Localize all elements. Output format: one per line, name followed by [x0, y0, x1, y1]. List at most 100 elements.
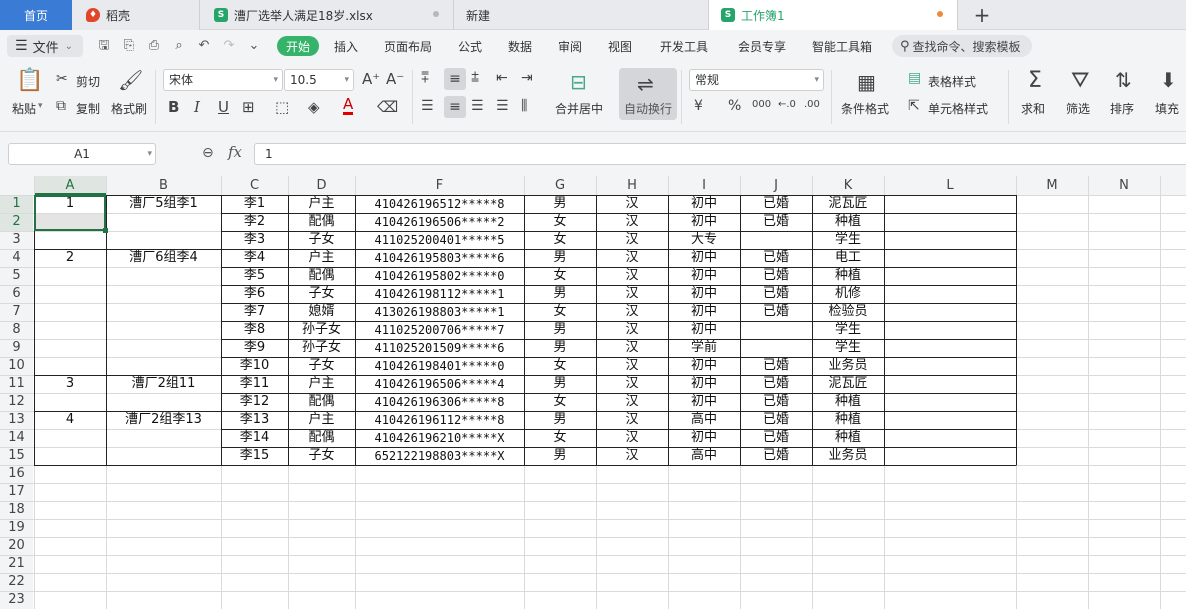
- cell-c6[interactable]: 李6: [221, 285, 288, 303]
- cell-j12[interactable]: 已婚: [740, 393, 812, 411]
- cell-i5[interactable]: 初中: [668, 267, 740, 285]
- redo-icon[interactable]: ↷: [221, 38, 237, 54]
- tab-daoke[interactable]: ♦ 稻壳: [72, 0, 200, 30]
- cell-f14[interactable]: 410426196210*****X: [355, 429, 524, 447]
- cell-g1[interactable]: 男: [524, 195, 596, 213]
- cell-d3[interactable]: 子女: [288, 231, 355, 249]
- cell-i2[interactable]: 初中: [668, 213, 740, 231]
- tab-home[interactable]: 首页: [0, 0, 72, 30]
- cell-i4[interactable]: 初中: [668, 249, 740, 267]
- cell-g5[interactable]: 女: [524, 267, 596, 285]
- cell-i3[interactable]: 大专: [668, 231, 740, 249]
- justify-icon[interactable]: ☰: [496, 98, 509, 114]
- cell-j10[interactable]: 已婚: [740, 357, 812, 375]
- formula-input[interactable]: 1: [254, 143, 1186, 165]
- row-header-5[interactable]: 5: [0, 267, 33, 285]
- spreadsheet-grid[interactable]: ABCDFGHIJKLMN 1 2 3 4 5 6 7 8 9 10 11 12 13 14 15 16 17 1…: [0, 176, 1186, 609]
- cell-g8[interactable]: 男: [524, 321, 596, 339]
- cell-f8[interactable]: 411025200706*****7: [355, 321, 524, 339]
- fill-icon[interactable]: ⬇: [1160, 68, 1177, 92]
- row-header-17[interactable]: 17: [0, 483, 33, 501]
- paste-button[interactable]: 粘贴: [12, 100, 36, 117]
- cell-g10[interactable]: 女: [524, 357, 596, 375]
- decrease-indent-icon[interactable]: ⇤: [496, 70, 508, 86]
- ribbon-tab-formulas[interactable]: 公式: [458, 38, 482, 55]
- cell-i7[interactable]: 初中: [668, 303, 740, 321]
- cell-j11[interactable]: 已婚: [740, 375, 812, 393]
- cell-h2[interactable]: 汉: [596, 213, 668, 231]
- row-header-14[interactable]: 14: [0, 429, 33, 447]
- cell-k15[interactable]: 业务员: [812, 447, 884, 465]
- paste-icon[interactable]: 📋: [16, 68, 43, 96]
- cell-k7[interactable]: 检验员: [812, 303, 884, 321]
- cell-i13[interactable]: 高中: [668, 411, 740, 429]
- row-header-4[interactable]: 4: [0, 249, 33, 267]
- align-bottom-icon[interactable]: ⩲: [471, 70, 479, 86]
- underline-icon[interactable]: U: [218, 98, 229, 116]
- row-header-18[interactable]: 18: [0, 501, 33, 519]
- cell-c3[interactable]: 李3: [221, 231, 288, 249]
- distribute-icon[interactable]: ⫼: [521, 98, 527, 114]
- cell-c1[interactable]: 李1: [221, 195, 288, 213]
- export-icon[interactable]: ⎘: [121, 38, 137, 54]
- cell-h1[interactable]: 汉: [596, 195, 668, 213]
- ribbon-tab-view[interactable]: 视图: [608, 38, 632, 55]
- cell-k3[interactable]: 学生: [812, 231, 884, 249]
- cell-c8[interactable]: 李8: [221, 321, 288, 339]
- align-middle-icon[interactable]: ≡: [444, 68, 466, 90]
- row-header-22[interactable]: 22: [0, 573, 33, 591]
- cell-f5[interactable]: 410426195802*****0: [355, 267, 524, 285]
- cell-h12[interactable]: 汉: [596, 393, 668, 411]
- tab-new[interactable]: 新建: [454, 0, 708, 30]
- bold-icon[interactable]: B: [168, 98, 179, 116]
- cell-c5[interactable]: 李5: [221, 267, 288, 285]
- currency-icon[interactable]: ¥: [694, 98, 703, 114]
- ribbon-tab-smart-tools[interactable]: 智能工具箱: [812, 38, 872, 55]
- cell-f9[interactable]: 411025201509*****6: [355, 339, 524, 357]
- cell-a11[interactable]: 3: [34, 375, 106, 393]
- cell-d10[interactable]: 子女: [288, 357, 355, 375]
- chevron-down-icon[interactable]: ▾: [38, 101, 43, 111]
- wrap-text-button[interactable]: ⇌ 自动换行: [619, 68, 677, 120]
- cell-i15[interactable]: 高中: [668, 447, 740, 465]
- cell-j6[interactable]: 已婚: [740, 285, 812, 303]
- cell-c11[interactable]: 李11: [221, 375, 288, 393]
- print-icon[interactable]: ⎙: [146, 38, 162, 54]
- cell-f10[interactable]: 410426198401*****0: [355, 357, 524, 375]
- column-header-g[interactable]: G: [524, 176, 596, 195]
- cell-g7[interactable]: 女: [524, 303, 596, 321]
- cell-d2[interactable]: 配偶: [288, 213, 355, 231]
- merge-center-button[interactable]: 合并居中: [555, 100, 603, 117]
- align-left-icon[interactable]: ☰: [421, 98, 434, 114]
- italic-icon[interactable]: I: [194, 98, 200, 116]
- cell-k10[interactable]: 业务员: [812, 357, 884, 375]
- file-menu-button[interactable]: ☰ 文件 ⌄: [7, 35, 83, 57]
- cell-f7[interactable]: 413026198803*****1: [355, 303, 524, 321]
- row-header-23[interactable]: 23: [0, 591, 33, 609]
- cut-button[interactable]: 剪切: [76, 73, 100, 90]
- column-header-h[interactable]: H: [596, 176, 668, 195]
- customize-toolbar-icon[interactable]: ⌄: [246, 38, 262, 54]
- cell-g2[interactable]: 女: [524, 213, 596, 231]
- row-header-8[interactable]: 8: [0, 321, 33, 339]
- cell-d11[interactable]: 户主: [288, 375, 355, 393]
- cell-b13[interactable]: 漕厂2组李13: [106, 411, 221, 429]
- column-header-c[interactable]: C: [221, 176, 288, 195]
- sort-button[interactable]: 排序: [1110, 100, 1134, 117]
- column-header-d[interactable]: D: [288, 176, 355, 195]
- cell-c13[interactable]: 李13: [221, 411, 288, 429]
- cell-a1[interactable]: 1: [34, 195, 106, 213]
- fill-color-icon[interactable]: ◈: [308, 98, 320, 116]
- cell-j15[interactable]: 已婚: [740, 447, 812, 465]
- cell-c7[interactable]: 李7: [221, 303, 288, 321]
- cell-c9[interactable]: 李9: [221, 339, 288, 357]
- cell-d13[interactable]: 户主: [288, 411, 355, 429]
- cell-g13[interactable]: 男: [524, 411, 596, 429]
- cell-g3[interactable]: 女: [524, 231, 596, 249]
- cell-g4[interactable]: 男: [524, 249, 596, 267]
- format-painter-icon[interactable]: 🖌: [118, 68, 143, 92]
- cell-i14[interactable]: 初中: [668, 429, 740, 447]
- ribbon-tab-page-layout[interactable]: 页面布局: [384, 38, 432, 55]
- font-size-select[interactable]: 10.5: [284, 69, 354, 91]
- cell-h10[interactable]: 汉: [596, 357, 668, 375]
